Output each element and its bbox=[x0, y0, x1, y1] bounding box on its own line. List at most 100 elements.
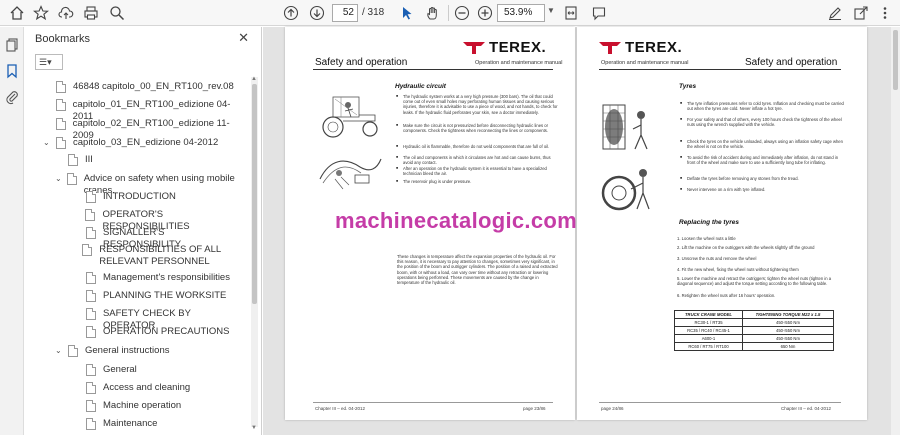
footer-chapter: Chapter III – ed. 04-2012 bbox=[315, 406, 366, 411]
table-cell: RC60 / RT75 / RT100 bbox=[674, 342, 743, 351]
list-options-icon: ☰ bbox=[39, 57, 48, 67]
bookmark-item[interactable]: RESPONSIBILITIES OF ALL RELEVANT PERSONN… bbox=[73, 244, 245, 268]
sign-pen-icon[interactable] bbox=[826, 4, 844, 22]
bookmark-page-icon bbox=[86, 326, 96, 338]
star-icon[interactable] bbox=[32, 4, 50, 22]
footer-page: page 23/86 bbox=[523, 406, 546, 411]
select-cursor-icon[interactable] bbox=[398, 4, 416, 22]
zoom-dropdown-icon[interactable]: ▼ bbox=[547, 6, 555, 15]
terex-logo: TEREX. bbox=[463, 39, 546, 56]
bookmark-page-icon bbox=[82, 244, 93, 256]
bullet-item: After an operation on the hydraulic syst… bbox=[396, 166, 559, 176]
bullet-item: The oil and components in which it circu… bbox=[396, 155, 559, 165]
bookmarks-panel: Bookmarks ✕ ☰▾ 46848 capitolo_00_EN_RT10… bbox=[25, 27, 262, 435]
bookmark-item[interactable]: Machine operation bbox=[73, 400, 245, 412]
bookmarks-icon[interactable] bbox=[4, 63, 20, 79]
expand-toggle-icon[interactable]: ⌄ bbox=[55, 174, 64, 183]
footer-chapter: Chapter III – ed. 04-2012 bbox=[781, 406, 832, 411]
bookmark-page-icon bbox=[86, 364, 96, 376]
bookmark-label: Access and cleaning bbox=[103, 382, 191, 393]
header-rule bbox=[313, 69, 553, 70]
bookmark-item[interactable]: INTRODUCTION bbox=[73, 191, 245, 203]
fit-page-icon[interactable] bbox=[562, 4, 580, 22]
bookmark-options-button[interactable]: ☰▾ bbox=[35, 54, 63, 70]
table-cell: 450÷550 Nm bbox=[741, 318, 835, 327]
page-total-label: / 318 bbox=[362, 7, 385, 18]
bookmark-label: III bbox=[85, 154, 93, 165]
cloud-upload-icon[interactable] bbox=[57, 4, 75, 22]
expand-toggle-icon[interactable]: ⌄ bbox=[43, 138, 53, 147]
pdf-page-right: TEREX. Operation and maintenance manual … bbox=[577, 27, 867, 420]
step-item: 2. Lift the machine on the outriggers wi… bbox=[677, 245, 815, 250]
bookmark-page-icon bbox=[85, 227, 96, 239]
attachments-icon[interactable] bbox=[4, 89, 20, 105]
next-page-icon[interactable] bbox=[308, 4, 326, 22]
bullet-item: Make sure the circuit is not pressurized… bbox=[396, 123, 559, 133]
bookmark-item[interactable]: ⌄ General instructions bbox=[55, 345, 245, 357]
document-scroll-thumb[interactable] bbox=[893, 30, 898, 90]
page-header-title: Safety and operation bbox=[315, 57, 408, 68]
wheel-inflation-illustration bbox=[601, 169, 650, 211]
table-row: RC60 / RT75 / RT100 650 Nm bbox=[674, 342, 835, 351]
scroll-up-arrow-icon[interactable]: ▲ bbox=[251, 76, 257, 82]
bookmark-page-icon bbox=[68, 154, 78, 166]
tractor-illustration bbox=[322, 96, 378, 138]
bookmark-item[interactable]: OPERATION PRECAUTIONS bbox=[73, 326, 245, 338]
comment-icon[interactable] bbox=[590, 4, 608, 22]
torque-table: TRUCK CRANE MODEL TIGHTENING TORQUE M22 … bbox=[674, 310, 835, 351]
bookmark-item[interactable]: Maintenance bbox=[73, 418, 245, 430]
table-cell: 650 Nm bbox=[741, 342, 835, 351]
watermark-text: machinecatalogic.com bbox=[335, 208, 577, 233]
bookmarks-scroll-thumb[interactable] bbox=[252, 84, 257, 304]
bookmark-item[interactable]: III bbox=[55, 154, 245, 166]
home-icon[interactable] bbox=[8, 4, 26, 22]
bookmark-item[interactable]: Access and cleaning bbox=[73, 382, 245, 394]
page-number-input[interactable]: 52 bbox=[332, 4, 358, 22]
more-options-icon[interactable] bbox=[876, 4, 894, 22]
previous-page-icon[interactable] bbox=[282, 4, 300, 22]
table-cell: RC35 / RC40 / RC45-1 bbox=[674, 326, 743, 335]
bullet-item: For your safety and that of others, ever… bbox=[680, 117, 847, 127]
footer-rule bbox=[313, 402, 553, 403]
bookmark-label: Management's responsibilities bbox=[103, 272, 230, 283]
bookmark-item[interactable]: ⌄ capitolo_03_EN_edizione 04-2012 bbox=[43, 137, 245, 149]
terex-logo: TEREX. bbox=[599, 39, 682, 56]
section-title-replacing: Replacing the tyres bbox=[679, 219, 739, 226]
expand-toggle-icon[interactable]: ⌄ bbox=[55, 346, 65, 355]
zoom-out-icon[interactable] bbox=[453, 4, 471, 22]
close-panel-icon[interactable]: ✕ bbox=[238, 30, 249, 46]
bookmark-item[interactable]: PLANNING THE WORKSITE bbox=[73, 290, 245, 302]
scroll-down-arrow-icon[interactable]: ▼ bbox=[251, 425, 257, 431]
bookmark-item[interactable]: General bbox=[73, 364, 245, 376]
bookmark-page-icon bbox=[56, 81, 66, 93]
print-icon[interactable] bbox=[82, 4, 100, 22]
bookmark-label: capitolo_03_EN_edizione 04-2012 bbox=[73, 137, 219, 148]
bookmark-page-icon bbox=[85, 209, 96, 221]
bookmark-item[interactable]: Management's responsibilities bbox=[73, 272, 245, 284]
bullet-item: Never intervene on a rim with tyre infla… bbox=[680, 187, 847, 192]
tyre-cage-illustration bbox=[602, 104, 648, 150]
table-row: RC30-1 / RT35 450÷550 Nm bbox=[674, 318, 835, 327]
table-header: TRUCK CRANE MODEL bbox=[674, 310, 743, 319]
bookmarks-title: Bookmarks bbox=[35, 33, 91, 45]
zoom-in-icon[interactable] bbox=[476, 4, 494, 22]
hydraulic-hose-illustration bbox=[319, 158, 382, 190]
table-row: A600-1 450÷550 Nm bbox=[674, 334, 835, 343]
step-item: 3. Unscrew the nuts and remove the wheel bbox=[677, 256, 757, 261]
bookmark-label: RESPONSIBILITIES OF ALL RELEVANT PERSONN… bbox=[99, 244, 221, 267]
bullet-item: Check the tyres on the vehicle unloaded,… bbox=[680, 139, 847, 149]
bookmark-page-icon bbox=[86, 400, 96, 412]
hand-tool-icon[interactable] bbox=[424, 4, 442, 22]
terex-mark-icon bbox=[463, 41, 485, 54]
table-cell: RC30-1 / RT35 bbox=[674, 318, 743, 327]
bookmark-label: Maintenance bbox=[103, 418, 158, 429]
zoom-level-input[interactable]: 53.9% bbox=[497, 4, 545, 22]
table-row: RC35 / RC40 / RC45-1 450÷550 Nm bbox=[674, 326, 835, 335]
bookmark-page-icon bbox=[86, 418, 96, 430]
page-thumbnails-icon[interactable] bbox=[4, 37, 20, 53]
bookmark-label: OPERATION PRECAUTIONS bbox=[103, 326, 230, 337]
bullet-item: The hydraulic system works at a very hig… bbox=[396, 94, 559, 115]
share-icon[interactable] bbox=[852, 4, 870, 22]
search-icon[interactable] bbox=[108, 4, 126, 22]
bookmark-item[interactable]: 46848 capitolo_00_EN_RT100_rev.08 bbox=[43, 81, 245, 93]
